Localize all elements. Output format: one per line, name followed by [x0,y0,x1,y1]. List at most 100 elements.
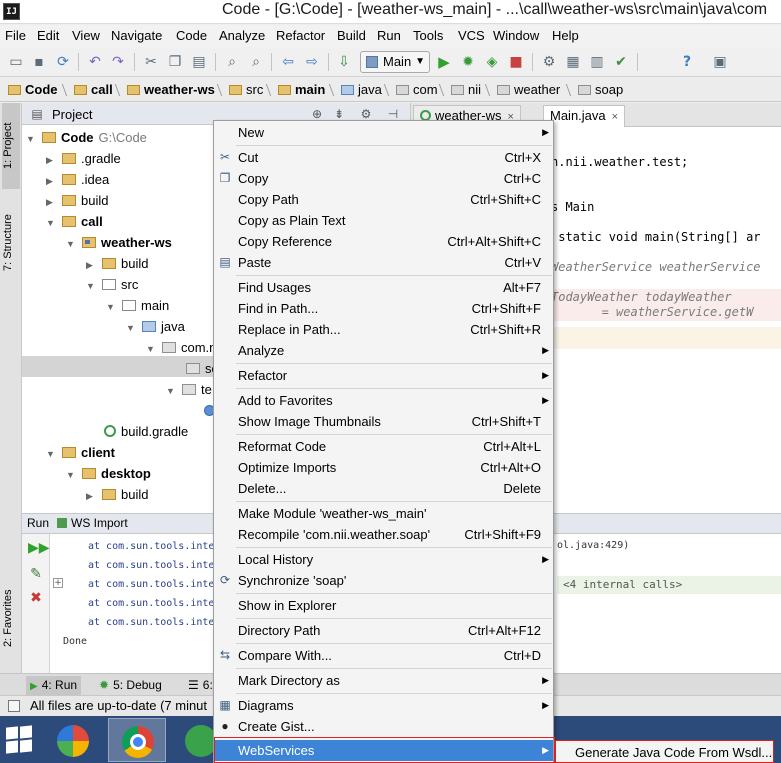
tree-item[interactable]: ▼ weather-ws [66,232,172,253]
tree-item[interactable]: ▼ Code G:\Code [26,127,147,148]
menu-item-diagrams[interactable]: ▦ Diagrams ▶ [214,695,553,716]
menu-item-mark-directory-as[interactable]: Mark Directory as ▶ [214,670,553,691]
tree-item[interactable]: ▼ call [46,211,103,232]
menu-item-directory-path[interactable]: Directory Path Ctrl+Alt+F12 [214,620,553,641]
tree-item[interactable]: ▶ .gradle [46,148,121,169]
tree-item[interactable]: ▼ main [106,295,169,316]
breadcrumb-item[interactable]: weather-ws [127,81,215,99]
menu-item-add-to-favorites[interactable]: Add to Favorites ▶ [214,390,553,411]
menu-run[interactable]: Run [377,28,401,43]
breadcrumb-item[interactable]: nii [451,81,481,99]
menu-window[interactable]: Window [493,28,539,43]
close-icon[interactable]: ✖ [28,590,44,606]
debug-icon[interactable]: ✹ [460,54,476,70]
run-config-select[interactable]: Main ▼ [360,51,430,73]
menu-item-show-in-explorer[interactable]: Show in Explorer [214,595,553,616]
tree-item[interactable]: so [170,358,219,379]
tree-item[interactable]: ▼ client [46,442,115,463]
menu-item-copy-plain-text[interactable]: Copy as Plain Text [214,210,553,231]
find-icon[interactable]: ⌕ [224,54,240,70]
code-line[interactable]: WeatherService weatherService [551,260,761,275]
menu-analyze[interactable]: Analyze [219,28,265,43]
menu-item-copy-reference[interactable]: Copy Reference Ctrl+Alt+Shift+C [214,231,553,252]
tree-item[interactable]: ▶ build [86,484,148,505]
cut-icon[interactable]: ✂ [143,54,159,70]
project-structure-icon[interactable]: ▦ [565,54,581,70]
menu-build[interactable]: Build [337,28,366,43]
stop-icon[interactable]: ■ [508,54,524,70]
menu-item-find-usages[interactable]: Find Usages Alt+F7 [214,277,553,298]
breadcrumb-item[interactable]: soap [578,81,623,99]
menu-item-paste[interactable]: ▤ Paste Ctrl+V [214,252,553,273]
breadcrumb-item[interactable]: com [396,81,438,99]
settings-icon[interactable]: ⚙ [541,54,557,70]
menu-item-recompile[interactable]: Recompile 'com.nii.weather.soap' Ctrl+Shi… [214,524,553,545]
sync-icon[interactable]: ⟳ [55,54,71,70]
redo-icon[interactable]: ↷ [110,54,126,70]
expand-toggle-icon[interactable]: + [53,578,63,588]
menu-vcs[interactable]: VCS [458,28,485,43]
collapse-all-icon[interactable]: ⇟ [332,107,346,121]
menu-item-delete[interactable]: Delete... Delete [214,478,553,499]
menu-item-replace-in-path[interactable]: Replace in Path... Ctrl+Shift+R [214,319,553,340]
terminal-icon[interactable]: ▣ [712,54,728,70]
project-panel-title[interactable]: Project [52,107,92,122]
tree-item[interactable]: ▼ com.n [146,337,216,358]
tree-item[interactable]: ▼ te [166,379,212,400]
hide-panel-icon[interactable]: ⊣ [386,107,400,121]
menu-item-create-gist[interactable]: ● Create Gist... [214,716,553,737]
breadcrumb-item[interactable]: src [229,81,263,99]
menu-item-optimize-imports[interactable]: Optimize Imports Ctrl+Alt+O [214,457,553,478]
status-toggle-icon[interactable] [8,700,20,712]
scroll-from-source-icon[interactable]: ⊕ [310,107,324,121]
back-icon[interactable]: ⇦ [280,54,296,70]
breadcrumb-item[interactable]: Code [8,81,58,99]
copy-icon[interactable]: ❐ [167,54,183,70]
code-line[interactable]: n.nii.weather.test; [551,155,688,170]
menu-help[interactable]: Help [552,28,579,43]
breadcrumb-item[interactable]: main [278,81,325,99]
code-line[interactable]: TodayWeather todayWeather [551,290,732,305]
tree-item[interactable]: build.gradle [104,421,188,442]
menu-item-show-image-thumbnails[interactable]: Show Image Thumbnails Ctrl+Shift+T [214,411,553,432]
edit-config-icon[interactable]: ✎ [28,566,44,582]
replace-icon[interactable]: ⌕ [248,54,264,70]
menu-item-cut[interactable]: ✂ Cut Ctrl+X [214,147,553,168]
code-line[interactable]: static void main(String[] ar [551,230,760,245]
undo-icon[interactable]: ↶ [87,54,103,70]
menu-refactor[interactable]: Refactor [276,28,325,43]
open-folder-icon[interactable]: ▭ [8,54,24,70]
tab-main-java[interactable]: Main.java × [543,105,626,127]
tasks-icon[interactable]: ✔ [613,54,629,70]
windows-start-button[interactable] [5,725,33,754]
taskbar-app-button[interactable] [172,718,217,762]
menu-view[interactable]: View [72,28,100,43]
help-icon[interactable]: ? [679,54,695,70]
menu-item-analyze[interactable]: Analyze ▶ [214,340,553,361]
run-tab-ws-import[interactable]: WS Import [71,516,128,530]
internal-calls-fold[interactable]: <4 internal calls> [557,576,781,594]
menu-item-compare-with[interactable]: ⇆ Compare With... Ctrl+D [214,645,553,666]
tree-item[interactable]: ▼ desktop [66,463,151,484]
taskbar-app-button[interactable] [44,718,102,762]
tree-item[interactable]: ▼ java [126,316,185,337]
sdk-icon[interactable]: ▥ [589,54,605,70]
build-icon[interactable]: ⇩ [336,54,352,70]
tab-debug[interactable]: ✹ 5: Debug [95,676,166,695]
menu-item-reformat-code[interactable]: Reformat Code Ctrl+Alt+L [214,436,553,457]
menu-tools[interactable]: Tools [413,28,443,43]
gear-icon[interactable]: ⚙ [359,107,373,121]
code-line[interactable]: s Main [551,200,594,215]
breadcrumb-item[interactable]: call [74,81,113,99]
tab-6[interactable]: ☰ 6: [184,676,217,695]
stacktrace-link[interactable]: ol.java:429) [557,540,629,551]
menu-item-local-history[interactable]: Local History ▶ [214,549,553,570]
menu-navigate[interactable]: Navigate [111,28,162,43]
taskbar-chrome-button[interactable] [108,718,166,762]
close-icon[interactable]: × [612,111,618,123]
menu-item-synchronize[interactable]: ⟳ Synchronize 'soap' [214,570,553,591]
menu-item-make-module[interactable]: Make Module 'weather-ws_main' [214,503,553,524]
breadcrumb-item[interactable]: weather [497,81,560,99]
coverage-icon[interactable]: ◈ [484,54,500,70]
menu-item-new[interactable]: New ▶ [214,122,553,143]
